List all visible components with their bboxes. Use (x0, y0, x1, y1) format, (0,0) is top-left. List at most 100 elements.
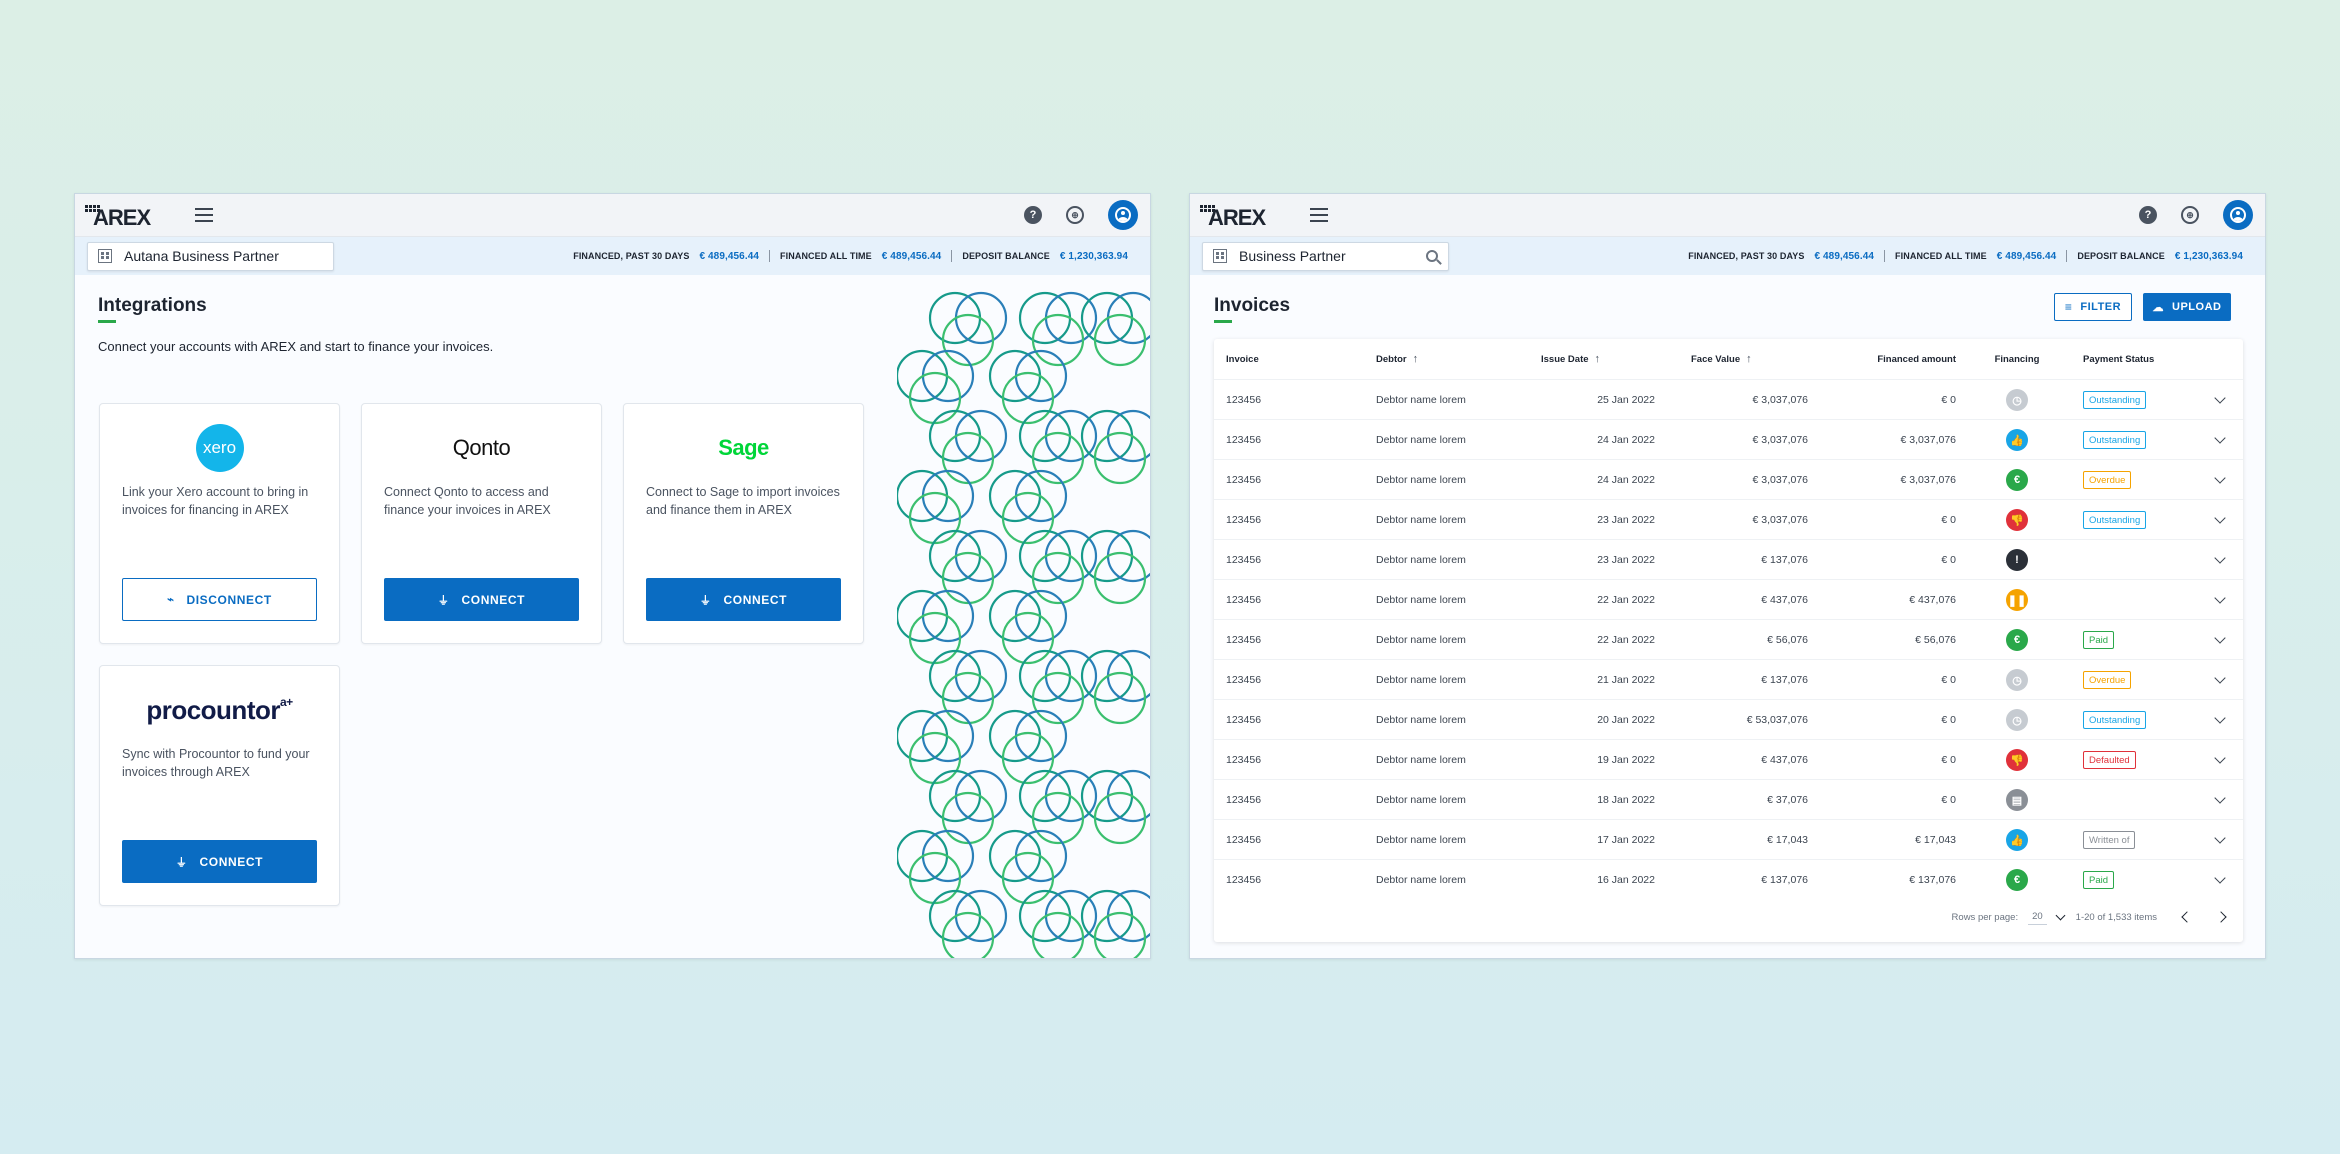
expand-row-button[interactable] (2212, 580, 2228, 620)
arex-logo[interactable]: AREX (1198, 199, 1278, 231)
expand-row-button[interactable] (2212, 740, 2228, 780)
arex-logo[interactable]: AREX (83, 199, 163, 231)
table-row[interactable]: 123456 Debtor name lorem 18 Jan 2022 € 37,0… (1214, 779, 2243, 819)
issue-date: 23 Jan 2022 (1597, 554, 1655, 566)
debtor-name: Debtor name lorem (1376, 834, 1466, 846)
column-header-payment-status[interactable]: Payment Status (2083, 339, 2154, 379)
pagination: Rows per page: 20 1-20 of 1,533 items (1214, 892, 2243, 942)
chevron-down-icon (2214, 552, 2226, 564)
payment-status: Outstanding (2083, 420, 2147, 460)
page-description: Connect your accounts with AREX and star… (98, 339, 494, 354)
procountor-logo: procountora+ (146, 695, 293, 726)
table-row[interactable]: 123456 Debtor name lorem 23 Jan 2022 € 3,03… (1214, 499, 2243, 539)
info-icon: ! (2006, 549, 2028, 571)
globe-icon[interactable]: ⊕ (1066, 206, 1084, 224)
expand-row-button[interactable] (2212, 380, 2228, 420)
issue-date: 18 Jan 2022 (1597, 794, 1655, 806)
expand-row-button[interactable] (2212, 500, 2228, 540)
chevron-down-icon (2214, 632, 2226, 644)
button-label: FILTER (2080, 301, 2122, 313)
rows-per-page-select[interactable]: 20 (2028, 909, 2066, 925)
cash-icon: € (2006, 869, 2028, 891)
issue-date: 24 Jan 2022 (1597, 474, 1655, 486)
status-badge: Written of (2083, 831, 2136, 849)
issue-date: 21 Jan 2022 (1597, 674, 1655, 686)
search-icon[interactable] (1426, 250, 1438, 262)
expand-row-button[interactable] (2212, 620, 2228, 660)
table-row[interactable]: 123456 Debtor name lorem 23 Jan 2022 € 137,… (1214, 539, 2243, 579)
hamburger-menu-icon[interactable] (1310, 208, 1328, 222)
invoice-number: 123456 (1226, 394, 1262, 406)
table-row[interactable]: 123456 Debtor name lorem 22 Jan 2022 € 437,… (1214, 579, 2243, 619)
invoice-number: 123456 (1226, 514, 1262, 526)
expand-row-button[interactable] (2212, 660, 2228, 700)
expand-row-button[interactable] (2212, 540, 2228, 580)
sort-arrow-icon[interactable]: ↑ (1595, 353, 1601, 365)
face-value: € 3,037,076 (1752, 394, 1808, 406)
invoice-number: 123456 (1226, 754, 1262, 766)
expand-row-button[interactable] (2212, 820, 2228, 860)
column-header-financing[interactable]: Financing (1994, 339, 2040, 379)
partner-selector[interactable]: Autana Business Partner (87, 241, 334, 271)
payment-status: Outstanding (2083, 700, 2147, 740)
previous-page-icon[interactable] (2181, 911, 2193, 923)
help-icon[interactable]: ? (2139, 206, 2157, 224)
logo-text: AREX (1208, 205, 1266, 230)
column-header-issue-date[interactable]: Issue Date ↑ (1541, 339, 1655, 379)
sort-arrow-icon[interactable]: ↑ (1746, 353, 1752, 365)
table-row[interactable]: 123456 Debtor name lorem 24 Jan 2022 € 3,03… (1214, 419, 2243, 459)
financed-amount: € 0 (1941, 754, 1956, 766)
chevron-down-icon (2214, 752, 2226, 764)
financed-amount: € 0 (1941, 514, 1956, 526)
column-header-invoice[interactable]: Invoice (1226, 339, 1259, 379)
expand-row-button[interactable] (2212, 780, 2228, 820)
column-header-face-value[interactable]: Face Value ↑ (1691, 339, 1808, 379)
connect-button[interactable]: ⏚ CONNECT (384, 578, 579, 621)
invoice-number: 123456 (1226, 434, 1262, 446)
account-avatar-icon[interactable] (2223, 200, 2253, 230)
debtor-name: Debtor name lorem (1376, 434, 1466, 446)
account-avatar-icon[interactable] (1108, 200, 1138, 230)
financing-status: ! (1994, 540, 2040, 580)
top-bar: AREX ? ⊕ (75, 194, 1150, 237)
status-badge: Overdue (2083, 671, 2132, 689)
issue-date: 23 Jan 2022 (1597, 514, 1655, 526)
status-badge: Defaulted (2083, 751, 2136, 769)
partner-search[interactable]: Business Partner (1202, 241, 1449, 271)
upload-button[interactable]: ☁ UPLOAD (2143, 293, 2231, 321)
debtor-name: Debtor name lorem (1376, 474, 1466, 486)
card-description: Link your Xero account to bring in invoi… (122, 485, 309, 517)
clock-icon: ◷ (2006, 669, 2028, 691)
sort-arrow-icon[interactable]: ↑ (1413, 353, 1419, 365)
expand-row-button[interactable] (2212, 460, 2228, 500)
stat-label: FINANCED, PAST 30 DAYS (1688, 251, 1805, 261)
column-header-financed-amount[interactable]: Financed amount (1854, 339, 1956, 379)
filter-button[interactable]: ≡ FILTER (2054, 293, 2132, 321)
globe-icon[interactable]: ⊕ (2181, 206, 2199, 224)
payment-status: Written of (2083, 820, 2136, 860)
stat-value: € 1,230,363.94 (1059, 250, 1128, 262)
help-icon[interactable]: ? (1024, 206, 1042, 224)
table-row[interactable]: 123456 Debtor name lorem 24 Jan 2022 € 3,03… (1214, 459, 2243, 499)
table-row[interactable]: 123456 Debtor name lorem 20 Jan 2022 € 53,0… (1214, 699, 2243, 739)
expand-row-button[interactable] (2212, 420, 2228, 460)
table-row[interactable]: 123456 Debtor name lorem 19 Jan 2022 € 437,… (1214, 739, 2243, 779)
expand-row-button[interactable] (2212, 700, 2228, 740)
connect-button[interactable]: ⏚ CONNECT (122, 840, 317, 883)
table-row[interactable]: 123456 Debtor name lorem 17 Jan 2022 € 17,0… (1214, 819, 2243, 859)
cash-icon: € (2006, 629, 2028, 651)
issue-date: 22 Jan 2022 (1597, 594, 1655, 606)
header-label: Debtor (1376, 353, 1407, 365)
table-row[interactable]: 123456 Debtor name lorem 25 Jan 2022 € 3,03… (1214, 379, 2243, 419)
document-icon: ▤ (2006, 789, 2028, 811)
connect-button[interactable]: ⏚ CONNECT (646, 578, 841, 621)
table-row[interactable]: 123456 Debtor name lorem 21 Jan 2022 € 137,… (1214, 659, 2243, 699)
financed-amount: € 56,076 (1915, 634, 1956, 646)
hamburger-menu-icon[interactable] (195, 208, 213, 222)
disconnect-button[interactable]: ⌁ DISCONNECT (122, 578, 317, 621)
face-value: € 53,037,076 (1746, 714, 1808, 726)
column-header-debtor[interactable]: Debtor ↑ (1376, 339, 1418, 379)
financing-stats: FINANCED, PAST 30 DAYS € 489,456.44 FINA… (1688, 250, 2243, 262)
next-page-icon[interactable] (2215, 911, 2227, 923)
table-row[interactable]: 123456 Debtor name lorem 22 Jan 2022 € 56,0… (1214, 619, 2243, 659)
